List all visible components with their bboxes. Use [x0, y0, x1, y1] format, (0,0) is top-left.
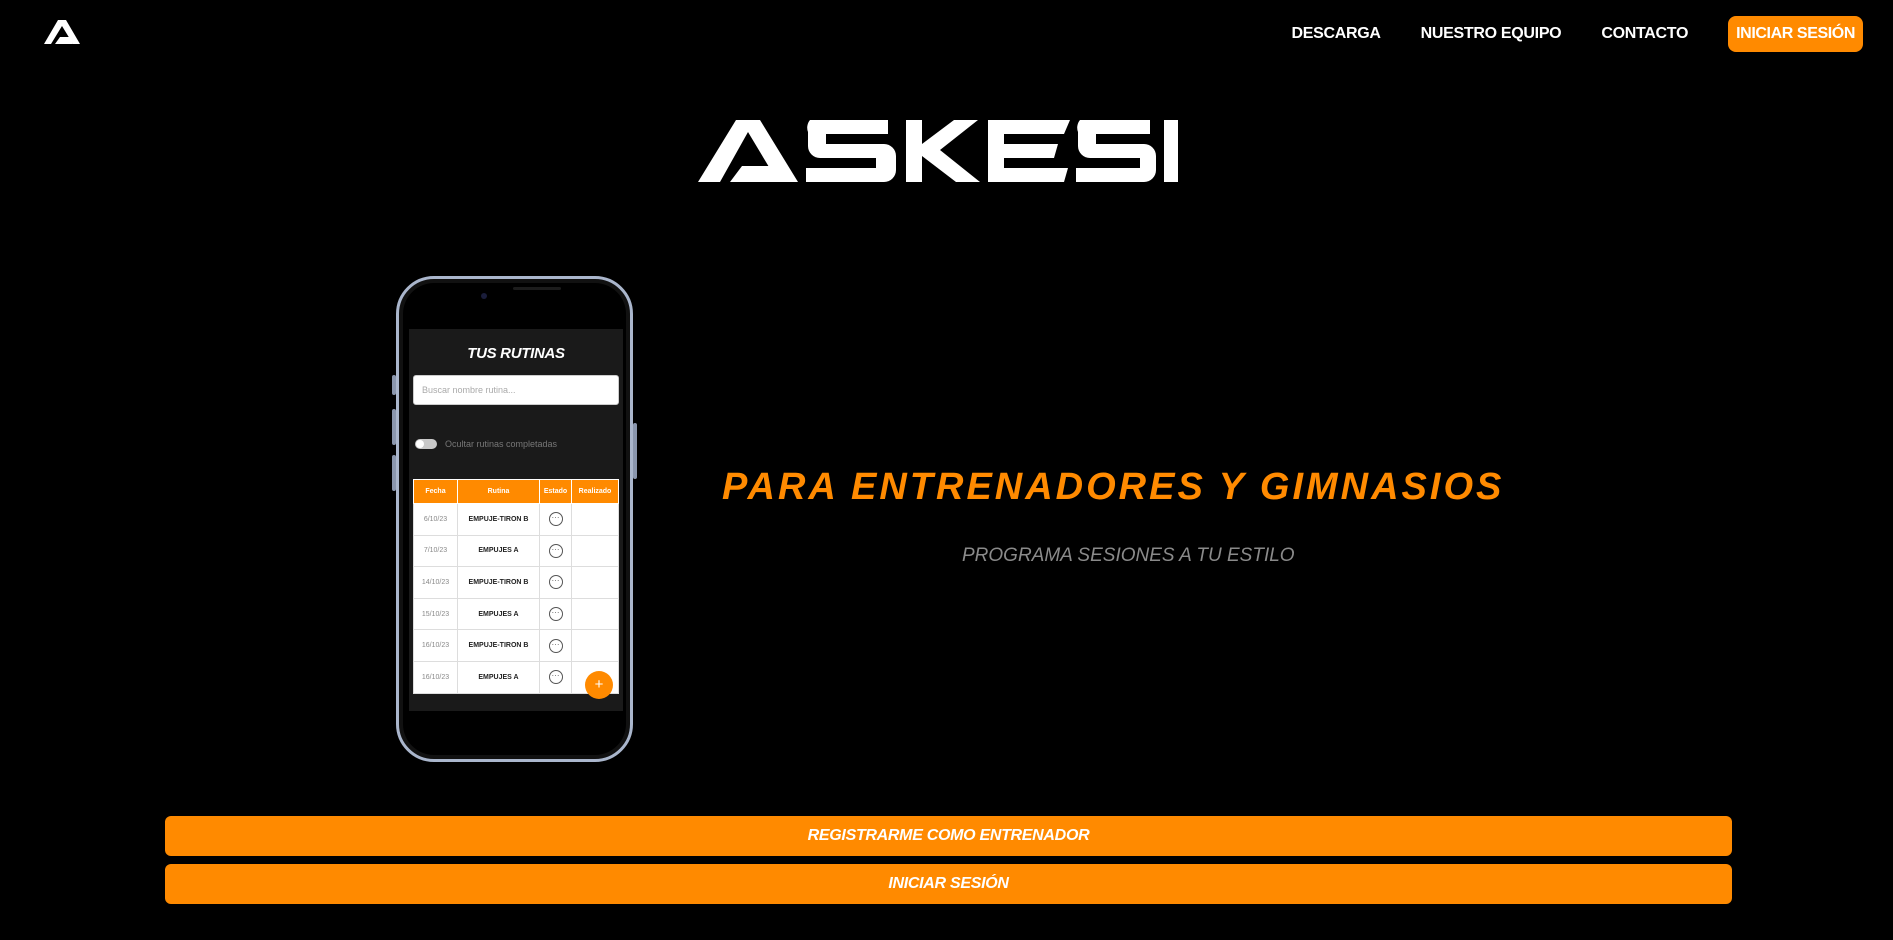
cell-estado: ···	[539, 534, 572, 568]
cell-fecha: 14/10/23	[413, 566, 458, 599]
cell-fecha: 6/10/23	[413, 503, 458, 536]
phone-screen: TUS RUTINAS Buscar nombre rutina... Ocul…	[409, 329, 623, 711]
cell-rutina: EMPUJES A	[457, 597, 540, 631]
hide-completed-row: Ocultar rutinas completadas	[415, 439, 557, 449]
register-trainer-button[interactable]: REGISTRARME COMO ENTRENADOR	[165, 816, 1732, 856]
cell-rutina: EMPUJE-TIRON B	[457, 629, 540, 662]
cell-rutina: EMPUJE-TIRON B	[457, 566, 540, 599]
hero-subheadline: PROGRAMA SESIONES A TU ESTILO	[962, 545, 1295, 566]
cell-realizado[interactable]	[571, 629, 619, 662]
phone-volume-up-button	[392, 409, 396, 445]
nav-login-button[interactable]: INICIAR SESIÓN	[1728, 16, 1863, 52]
cell-estado: ···	[539, 597, 572, 631]
askesis-logo-icon[interactable]	[44, 20, 80, 44]
cell-fecha: 7/10/23	[413, 534, 458, 568]
col-header-fecha: Fecha	[413, 479, 458, 504]
table-row[interactable]: 7/10/23 EMPUJES A ···	[413, 534, 619, 568]
phone-mockup: TUS RUTINAS Buscar nombre rutina... Ocul…	[392, 276, 637, 762]
phone-power-button	[633, 423, 637, 479]
table-row[interactable]: 14/10/23 EMPUJE-TIRON B ···	[413, 566, 619, 599]
more-options-icon[interactable]: ···	[548, 543, 563, 558]
col-header-realizado: Realizado	[571, 479, 619, 504]
cell-rutina: EMPUJE-TIRON B	[457, 503, 540, 536]
cell-realizado[interactable]	[571, 503, 619, 536]
table-row[interactable]: 16/10/23 EMPUJE-TIRON B ···	[413, 629, 619, 662]
table-row[interactable]: 15/10/23 EMPUJES A ···	[413, 597, 619, 631]
more-options-icon[interactable]: ···	[548, 670, 563, 685]
phone-mute-button	[392, 375, 396, 395]
cell-fecha: 15/10/23	[413, 597, 458, 631]
add-routine-button[interactable]: +	[585, 671, 613, 699]
phone-speaker	[513, 287, 561, 290]
table-header-row: Fecha Rutina Estado Realizado	[413, 479, 619, 504]
cell-fecha: 16/10/23	[413, 629, 458, 662]
nav-link-nuestro-equipo[interactable]: NUESTRO EQUIPO	[1421, 25, 1562, 43]
cell-fecha: 16/10/23	[413, 660, 458, 694]
cell-estado: ···	[539, 629, 572, 662]
cell-estado: ···	[539, 566, 572, 599]
cell-realizado[interactable]	[571, 534, 619, 568]
routines-table: Fecha Rutina Estado Realizado 6/10/23 EM…	[413, 479, 619, 694]
more-options-icon[interactable]: ···	[548, 512, 563, 527]
cell-realizado[interactable]	[571, 597, 619, 631]
hide-completed-label: Ocultar rutinas completadas	[445, 439, 558, 449]
phone-camera	[481, 293, 487, 299]
nav-link-descarga[interactable]: DESCARGA	[1291, 25, 1380, 43]
hero-headline: PARA ENTRENADORES Y GIMNASIOS	[722, 466, 1505, 508]
nav-link-contacto[interactable]: CONTACTO	[1601, 25, 1688, 43]
routines-title: TUS RUTINAS	[467, 345, 565, 362]
routine-search-input[interactable]: Buscar nombre rutina...	[413, 375, 619, 405]
table-row[interactable]: 6/10/23 EMPUJE-TIRON B ···	[413, 503, 619, 536]
col-header-rutina: Rutina	[457, 479, 540, 504]
hide-completed-toggle[interactable]	[415, 439, 437, 449]
more-options-icon[interactable]: ···	[548, 607, 563, 622]
col-header-estado: Estado	[539, 479, 572, 504]
askesis-wordmark-logo	[698, 120, 1178, 182]
cell-rutina: EMPUJES A	[457, 534, 540, 568]
login-button[interactable]: INICIAR SESIÓN	[165, 864, 1732, 904]
more-options-icon[interactable]: ···	[548, 575, 563, 590]
top-nav: DESCARGA NUESTRO EQUIPO CONTACTO INICIAR…	[1251, 16, 1863, 52]
cell-rutina: EMPUJES A	[457, 660, 540, 694]
phone-volume-down-button	[392, 455, 396, 491]
cell-estado: ···	[539, 503, 572, 536]
more-options-icon[interactable]: ···	[548, 638, 563, 653]
cell-realizado[interactable]	[571, 566, 619, 599]
cell-estado: ···	[539, 660, 572, 694]
